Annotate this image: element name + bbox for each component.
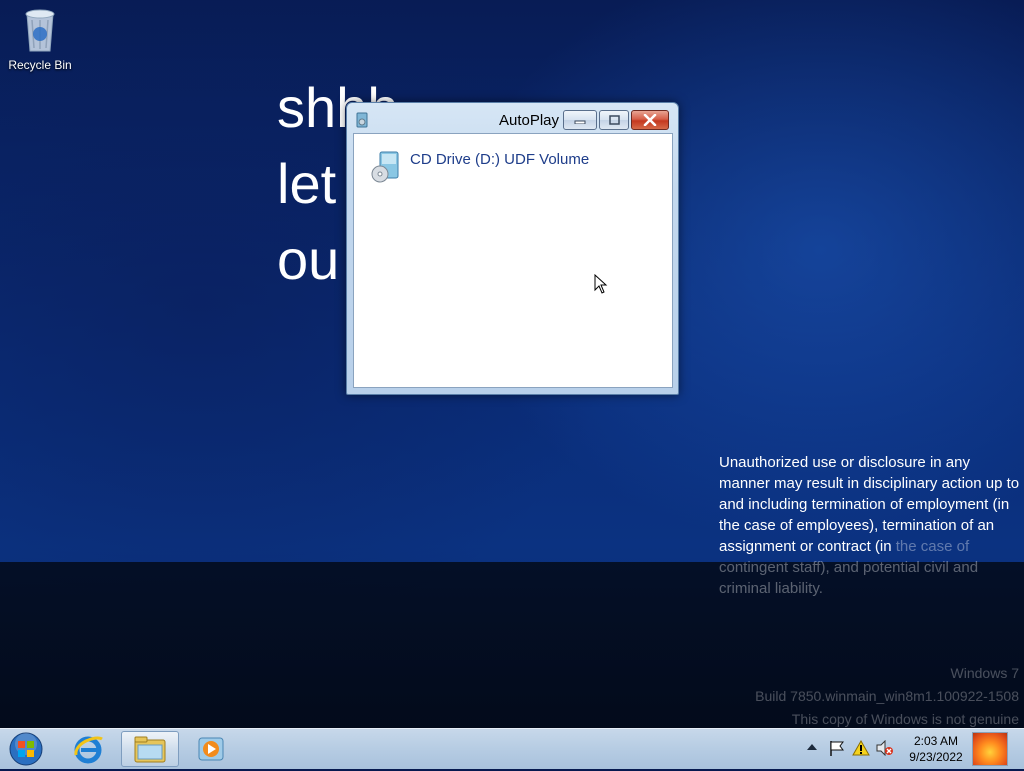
maximize-icon (608, 115, 620, 125)
recycle-bin-label: Recycle Bin (8, 58, 72, 72)
cd-drive-icon (371, 151, 399, 183)
taskbar-media-player[interactable] (183, 731, 239, 767)
taskbar-windows-explorer[interactable] (121, 731, 179, 767)
recycle-bin[interactable]: Recycle Bin (6, 6, 74, 72)
close-icon (643, 114, 657, 126)
windows-orb-icon (9, 732, 43, 766)
clock-time: 2:03 AM (913, 734, 959, 748)
legal-notice: Unauthorized use or disclosure in any ma… (719, 452, 1024, 599)
close-button[interactable] (631, 110, 669, 130)
system-clock[interactable]: 2:03 AM 9/23/2022 (900, 733, 972, 765)
recycle-bin-icon (25, 9, 55, 52)
media-player-icon (198, 737, 224, 761)
autoplay-content: CD Drive (D:) UDF Volume (353, 133, 673, 388)
show-desktop-button[interactable] (972, 732, 1008, 766)
action-center-flag-icon[interactable] (828, 739, 846, 757)
legal-notice-text: Unauthorized use or disclosure in any ma… (719, 454, 1020, 555)
start-button[interactable] (6, 731, 46, 771)
internet-explorer-icon (74, 736, 103, 764)
maximize-button[interactable] (599, 110, 629, 130)
show-hidden-icons-icon[interactable] (806, 742, 818, 752)
autoplay-option-label: CD Drive (D:) UDF Volume (410, 151, 590, 168)
autoplay-window[interactable]: AutoPlay CD Drive (D:) UDF Volume (346, 102, 679, 395)
watermark-genuine: This copy of Windows is not genuine (791, 711, 1019, 727)
clock-date: 9/23/2022 (909, 750, 963, 764)
warning-icon[interactable] (852, 740, 870, 756)
minimize-icon (574, 120, 586, 124)
mouse-cursor (594, 274, 608, 294)
autoplay-icon (356, 112, 368, 128)
autoplay-option-cd-drive[interactable]: CD Drive (D:) UDF Volume (370, 150, 589, 184)
minimize-button[interactable] (563, 110, 597, 130)
taskbar: 2:03 AM 9/23/2022 (0, 728, 1024, 769)
watermark-build: Build 7850.winmain_win8m1.100922-1508 (755, 688, 1019, 704)
title-bar[interactable]: AutoPlay (347, 103, 678, 133)
watermark-os: Windows 7 (950, 665, 1019, 681)
speaker-muted-icon[interactable] (876, 740, 894, 756)
windows-explorer-icon (134, 736, 166, 763)
build-watermark: Windows 7 Build 7850.winmain_win8m1.1009… (755, 662, 1019, 728)
taskbar-internet-explorer[interactable] (60, 731, 116, 767)
